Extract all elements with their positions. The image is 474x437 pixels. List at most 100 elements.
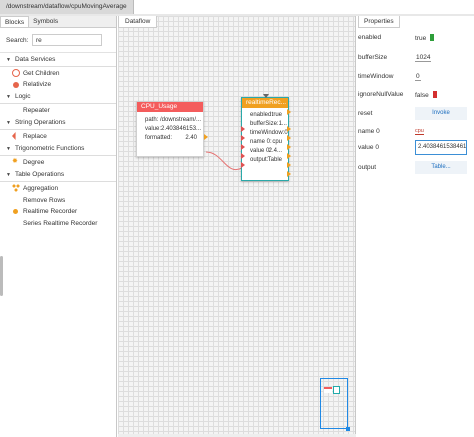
input-pin[interactable] [241,162,245,168]
block-title: realtimeRec... [242,98,288,108]
input-pin[interactable] [241,135,245,141]
properties-panel: Properties enabled true bufferSize 1024 … [357,16,474,437]
block-item-realtime-recorder[interactable]: Realtime Recorder [0,206,116,217]
toggle-off-icon[interactable] [432,91,437,98]
block-row: value 0: 2.4... [242,147,288,156]
expand-icon: ▼ [6,145,11,152]
realtime-recorder-icon [13,209,18,214]
cpu-usage-block[interactable]: CPU_Usage path: /downstream/... value:2.… [136,101,208,157]
row-label: bufferSize:1... [250,121,287,127]
realtime-recorder-block[interactable]: realtimeRec... enabled: true bufferSize:… [241,94,291,181]
dataflow-editor: /downstream/dataflow/cpuMovingAverage Bl… [0,0,474,437]
output-pin[interactable] [204,134,208,140]
prop-value[interactable]: false [415,91,437,99]
block-item-remove-rows[interactable]: Remove Rows [0,194,116,206]
block-item-series-realtime-recorder[interactable]: Series Realtime Recorder [0,217,116,229]
category-logic[interactable]: ▼ Logic [0,90,116,104]
row-label: formatted: [145,135,173,141]
category-data-services[interactable]: ▼ Data Services [0,53,116,67]
prop-label: reset [358,110,373,117]
prop-label: output [358,164,377,171]
row-label: name 0: [250,139,272,145]
tab-properties[interactable]: Properties [358,16,400,28]
block-item-replace[interactable]: Replace [0,130,116,142]
block-row: value:2.403846153... [137,125,203,134]
row-value: cpu [272,139,282,145]
block-item-get-children[interactable]: Get Children [0,67,116,79]
tab-symbols[interactable]: Symbols [29,16,62,27]
block-row: enabled: true [242,111,288,120]
timewindow-input[interactable]: 0 [415,73,421,81]
block-item-degree[interactable]: ✸ Degree [0,156,116,168]
minimap[interactable] [320,378,350,431]
left-tabs: Blocks Symbols [0,16,116,28]
prop-label: bufferSize [358,54,388,61]
prop-value-text: false [415,92,429,99]
prop-output: output Table... [357,160,474,176]
prop-label: enabled [358,34,382,41]
category-label: Table Operations [14,171,65,178]
prop-value0: value 0 2.403846153846154 [357,140,474,156]
minimap-block [333,386,340,394]
buffersize-input[interactable]: 1024 [415,54,432,62]
minimap-block [324,387,332,393]
category-label: Trigonometric Functions [14,145,85,152]
category-label: Logic [14,93,31,100]
category-trigonometric-functions[interactable]: ▼ Trigonometric Functions [0,142,116,156]
value0-input[interactable]: 2.403846153846154 [415,140,467,155]
category-label: String Operations [14,119,66,126]
category-label: Data Services [14,56,56,63]
input-pin[interactable] [241,144,245,150]
invoke-button[interactable]: Invoke [415,107,467,120]
expand-icon: ▼ [6,119,11,126]
input-pin[interactable] [241,153,245,159]
search-input[interactable] [32,34,102,46]
row-value: 2.4... [268,148,282,154]
row-value: true [271,112,282,118]
prop-value[interactable]: true [415,34,435,42]
item-label: Repeater [23,106,50,114]
prop-label: name 0 [358,128,380,135]
output-pin[interactable] [287,171,291,177]
item-label: Get Children [23,69,60,77]
row-value: 2.40 [185,135,197,141]
left-scrollbar[interactable] [0,256,3,296]
block-item-aggregation[interactable]: Aggregation [0,182,116,194]
row-label: enabled: [250,112,274,118]
category-string-operations[interactable]: ▼ String Operations [0,116,116,130]
block-item-repeater[interactable]: Repeater [0,104,116,116]
prop-name0: name 0 cpu [357,124,474,140]
item-label: Series Realtime Recorder [23,219,98,227]
get-children-icon [12,69,20,77]
search-row: Search: [0,28,116,53]
repeater-icon [12,106,20,114]
dataflow-canvas[interactable]: Dataflow CPU_Usage path: /downstream/...… [118,16,356,437]
tab-blocks[interactable]: Blocks [0,16,30,27]
output-pin[interactable] [287,109,291,115]
item-label: Replace [23,132,47,140]
output-pin[interactable] [287,162,291,168]
input-pin[interactable] [241,126,245,132]
expand-icon: ▼ [6,93,11,100]
editor-title-tab[interactable]: /downstream/dataflow/cpuMovingAverage [0,0,134,14]
output-pin[interactable] [287,153,291,159]
trigger-pin[interactable] [263,94,269,98]
row-label: value:2.403846153... [145,126,202,132]
output-pin[interactable] [287,126,291,132]
block-item-relativize[interactable]: Relativize [0,79,116,90]
block-row: formatted: 2.40 [137,134,203,143]
item-label: Remove Rows [23,196,66,204]
output-pin[interactable] [287,144,291,150]
minimap-resize-handle[interactable] [346,427,350,431]
output-table-button[interactable]: Table... [415,161,467,174]
relativize-icon [13,81,19,88]
name0-input[interactable]: cpu [415,128,424,135]
aggregation-icon [12,184,20,192]
toggle-on-icon[interactable] [430,34,435,41]
category-table-operations[interactable]: ▼ Table Operations [0,168,116,182]
prop-label: ignoreNullValue [358,91,404,98]
item-label: Degree [23,158,45,166]
expand-icon: ▼ [6,56,11,63]
output-pin[interactable] [287,135,291,141]
prop-enabled: enabled true [357,30,474,46]
